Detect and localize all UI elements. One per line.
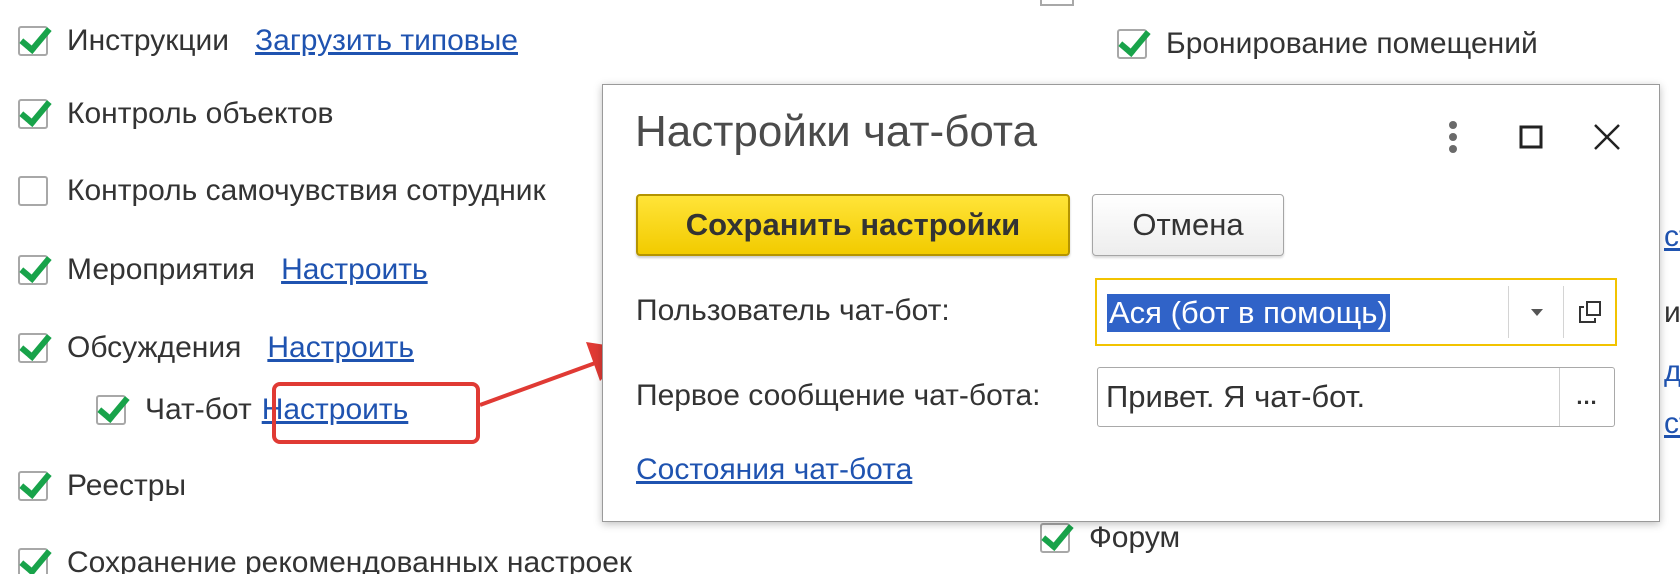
right-text-fragment: им (1664, 296, 1680, 329)
right-link-fragment[interactable]: ст (1664, 220, 1680, 254)
right-link-fragment[interactable]: ст (1664, 407, 1680, 441)
first-message-field[interactable]: Привет. Я чат-бот. ... (1097, 367, 1615, 427)
discussions-label: Обсуждения (67, 331, 242, 364)
events-configure-link[interactable]: Настроить (281, 253, 428, 287)
chatbot-user-field[interactable]: Ася (бот в помощь) (1095, 278, 1617, 346)
field-separator (1508, 286, 1509, 338)
vertical-dots-icon[interactable] (1433, 117, 1473, 157)
registers-checkbox[interactable] (18, 471, 48, 501)
settings-page: Инструкции Загрузить типовые Контроль об… (0, 0, 1680, 574)
first-message-label: Первое сообщение чат-бота: (636, 379, 1041, 412)
chatbot-link-annotation-box (272, 382, 480, 444)
option-instructions: Инструкции Загрузить типовые (18, 24, 518, 58)
chatbot-states-link[interactable]: Состояния чат-бота (636, 453, 912, 487)
more-button[interactable]: ... (1559, 368, 1614, 426)
instructions-label: Инструкции (67, 24, 230, 57)
save-settings-button[interactable]: Сохранить настройки (636, 194, 1070, 256)
object-control-label: Контроль объектов (67, 97, 334, 130)
room-booking-checkbox[interactable] (1117, 29, 1147, 59)
open-form-icon (1579, 301, 1601, 323)
discussions-configure-link[interactable]: Настроить (267, 331, 414, 365)
forum-checkbox[interactable] (1040, 523, 1070, 553)
room-booking-label: Бронирование помещений (1166, 27, 1538, 60)
forum-label: Форум (1089, 521, 1181, 554)
partial-checkbox[interactable] (1040, 0, 1074, 6)
save-recommended-checkbox[interactable] (18, 548, 48, 574)
dropdown-button[interactable] (1511, 280, 1563, 344)
cancel-button[interactable]: Отмена (1092, 194, 1284, 256)
right-link-fragment[interactable]: да (1664, 355, 1680, 389)
object-control-checkbox[interactable] (18, 99, 48, 129)
option-wellbeing-control: Контроль самочувствия сотрудник (18, 174, 546, 208)
option-discussions: Обсуждения Настроить (18, 331, 414, 365)
discussions-checkbox[interactable] (18, 333, 48, 363)
option-forum: Форум (1040, 521, 1180, 555)
save-recommended-label: Сохранение рекомендованных настроек (67, 546, 633, 574)
chatbot-settings-dialog: Настройки чат-бота Сохранить настройки О… (602, 84, 1660, 522)
maximize-icon[interactable] (1511, 117, 1551, 157)
option-room-booking: Бронирование помещений (1117, 27, 1538, 61)
load-typical-link[interactable]: Загрузить типовые (255, 24, 518, 58)
user-field-label: Пользователь чат-бот: (636, 294, 950, 327)
option-object-control: Контроль объектов (18, 97, 333, 131)
instructions-checkbox[interactable] (18, 26, 48, 56)
wellbeing-control-checkbox[interactable] (18, 176, 48, 206)
first-message-value[interactable]: Привет. Я чат-бот. (1106, 379, 1365, 415)
events-label: Мероприятия (67, 253, 256, 286)
field-separator (1563, 286, 1564, 338)
option-registers: Реестры (18, 469, 186, 503)
chatbot-checkbox[interactable] (96, 395, 126, 425)
option-events: Мероприятия Настроить (18, 253, 428, 287)
close-icon[interactable] (1587, 117, 1627, 157)
chatbot-user-value[interactable]: Ася (бот в помощь) (1107, 294, 1390, 332)
option-save-recommended: Сохранение рекомендованных настроек (18, 546, 632, 574)
wellbeing-control-label: Контроль самочувствия сотрудник (67, 174, 546, 207)
dialog-title: Настройки чат-бота (635, 107, 1038, 156)
events-checkbox[interactable] (18, 255, 48, 285)
registers-label: Реестры (67, 469, 187, 502)
chevron-down-icon (1531, 308, 1543, 316)
chatbot-label: Чат-бот (145, 393, 252, 426)
open-value-button[interactable] (1565, 280, 1615, 344)
